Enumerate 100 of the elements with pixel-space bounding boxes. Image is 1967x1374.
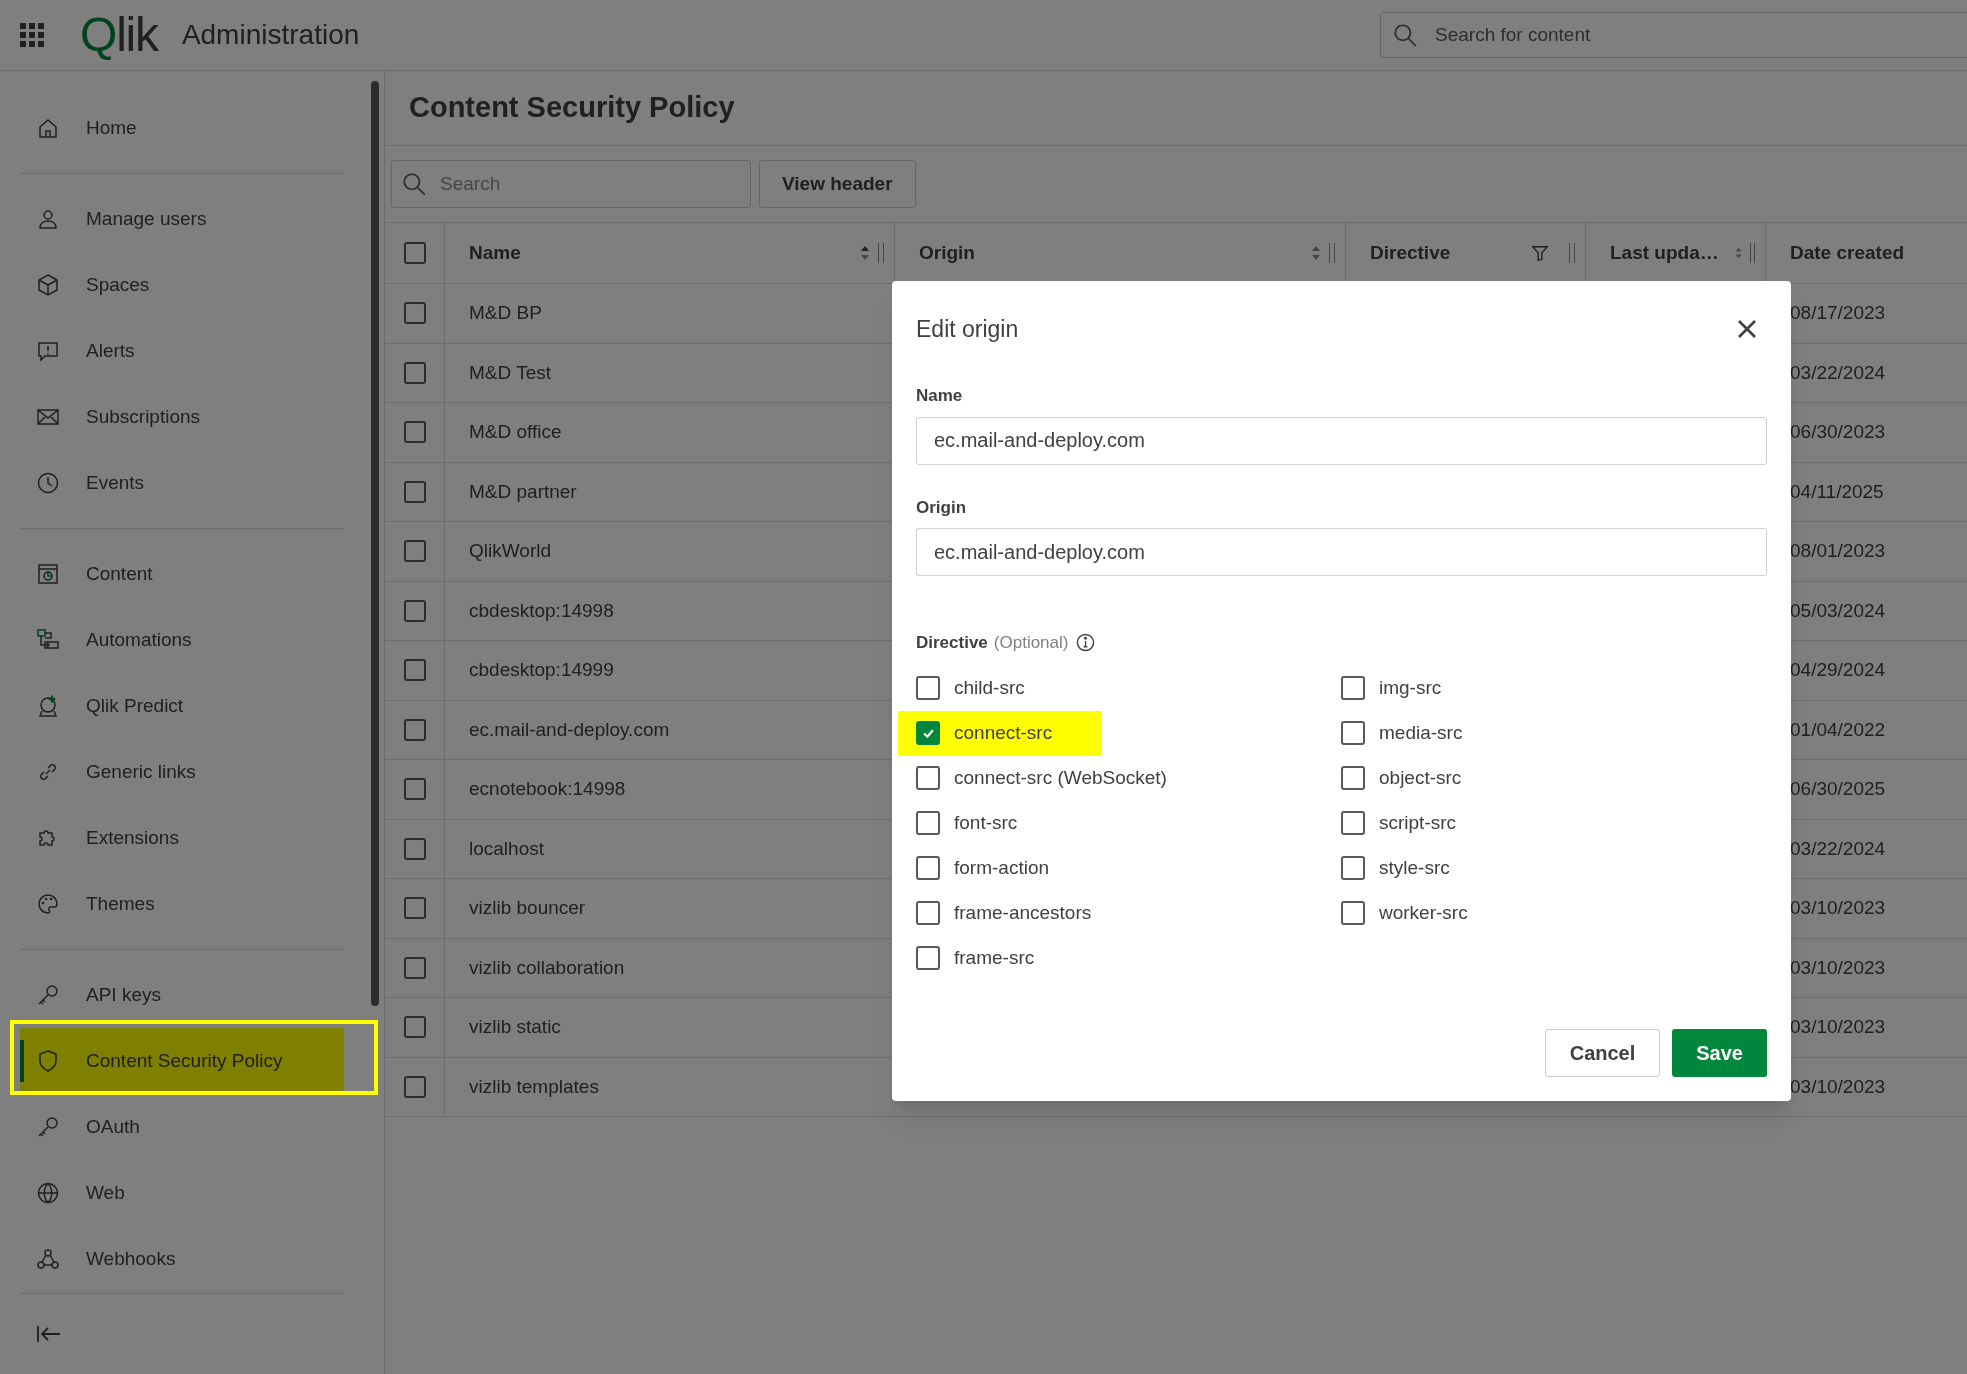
column-header[interactable]: Date created: [1790, 238, 1905, 268]
resize-handle[interactable]: [878, 243, 884, 263]
close-icon[interactable]: [1737, 319, 1757, 339]
sort-icon[interactable]: [860, 244, 870, 262]
checkbox[interactable]: [403, 361, 426, 384]
sidebar-item[interactable]: Qlik Predict: [20, 673, 344, 739]
checkbox[interactable]: [403, 540, 426, 563]
sidebar-item[interactable]: Home: [20, 95, 344, 161]
filter-icon[interactable]: [1531, 244, 1549, 262]
checkbox-option[interactable]: object-src: [1341, 755, 1468, 801]
resize-handle[interactable]: [1329, 243, 1335, 263]
sidebar-item[interactable]: Web: [20, 1160, 344, 1226]
page-title: Content Security Policy: [409, 90, 735, 126]
checkbox-option[interactable]: frame-ancestors: [916, 890, 1341, 936]
table-cell-text: cbdesktop:14999: [469, 658, 614, 682]
automation-icon: [36, 628, 60, 652]
cube-icon: [36, 273, 60, 297]
field-label: Directive: [916, 632, 988, 654]
sidebar-item[interactable]: Events: [20, 450, 344, 516]
search-field[interactable]: Search for content: [1380, 12, 1967, 58]
checkbox-option[interactable]: connect-src (WebSocket): [916, 755, 1341, 801]
table-cell-text: 01/04/2022: [1790, 717, 1886, 742]
checkbox[interactable]: [403, 421, 426, 444]
table-cell-text: 08/01/2023: [1790, 539, 1886, 563]
table-cell-text: 03/10/2023: [1790, 955, 1886, 980]
checkbox[interactable]: [403, 718, 426, 741]
sort-icon[interactable]: [1311, 244, 1321, 262]
home-icon: [36, 116, 60, 140]
sidebar-item[interactable]: Spaces: [20, 252, 344, 318]
checkbox[interactable]: [403, 1016, 426, 1039]
table-cell-text: 04/29/2024: [1790, 658, 1886, 682]
content-icon: [36, 562, 60, 586]
checkbox-option[interactable]: form-action: [916, 845, 1341, 891]
checkbox-option[interactable]: script-src: [1341, 800, 1468, 846]
checkbox[interactable]: [403, 778, 426, 801]
sidebar-item[interactable]: Themes: [20, 871, 344, 937]
sidebar-item[interactable]: Extensions: [20, 805, 344, 871]
palette-icon: [36, 892, 60, 916]
field-label: Origin: [916, 496, 967, 519]
table-cell-text: 03/10/2023: [1790, 1074, 1886, 1099]
table-cell-text: localhost: [469, 836, 544, 861]
app-title: Administration: [181, 18, 360, 52]
sidebar-item[interactable]: Content Security Policy: [20, 1028, 344, 1094]
origin-field[interactable]: ec.mail-and-deploy.com: [916, 528, 1767, 576]
column-header[interactable]: Last upda…: [1610, 238, 1719, 268]
sidebar-item[interactable]: API keys: [20, 962, 344, 1028]
sidebar-item[interactable]: Manage users: [20, 186, 344, 252]
sidebar-item[interactable]: Automations: [20, 607, 344, 673]
checkbox[interactable]: [403, 837, 426, 860]
clock-icon: [36, 471, 60, 495]
scrollbar[interactable]: [371, 81, 379, 1006]
checkbox-option[interactable]: style-src: [1341, 845, 1468, 891]
checkbox[interactable]: [403, 599, 426, 622]
search-field[interactable]: Search: [391, 160, 751, 208]
checkbox-option[interactable]: connect-src: [898, 710, 1102, 756]
sidebar-item[interactable]: Generic links: [20, 739, 344, 805]
checkbox[interactable]: [403, 242, 426, 264]
view-header-button[interactable]: View header: [759, 160, 916, 208]
sidebar-item[interactable]: Webhooks: [20, 1226, 344, 1292]
checkbox-option[interactable]: media-src: [1341, 710, 1468, 756]
app-grid-icon[interactable]: [20, 23, 44, 47]
webhook-icon: [36, 1247, 60, 1271]
table-cell-text: M&D office: [469, 420, 562, 444]
table-cell-text: ec.mail-and-deploy.com: [469, 717, 670, 742]
save-button[interactable]: Save: [1672, 1029, 1767, 1077]
table-cell-text: 08/17/2023: [1790, 301, 1886, 325]
sidebar-item[interactable]: OAuth: [20, 1094, 344, 1160]
logo[interactable]: Qlik: [80, 11, 158, 59]
checkbox[interactable]: [403, 1075, 426, 1098]
info-icon[interactable]: [1076, 633, 1096, 653]
resize-handle[interactable]: [1750, 243, 1755, 263]
alert-bubble-icon: [36, 339, 60, 363]
checkbox[interactable]: [403, 480, 426, 503]
dialog-title: Edit origin: [916, 314, 1019, 344]
column-header[interactable]: Origin: [919, 238, 975, 268]
checkbox[interactable]: [403, 956, 426, 979]
checkbox[interactable]: [403, 897, 426, 920]
checkbox[interactable]: [403, 302, 426, 325]
sidebar-item[interactable]: Subscriptions: [20, 384, 344, 450]
name-field[interactable]: ec.mail-and-deploy.com: [916, 416, 1767, 465]
sidebar-item[interactable]: Alerts: [20, 318, 344, 384]
checkbox-option[interactable]: frame-src: [916, 935, 1341, 981]
collapse-sidebar-icon[interactable]: [36, 1324, 62, 1344]
checkbox-option[interactable]: worker-src: [1341, 890, 1468, 936]
key-icon: [36, 1115, 60, 1139]
resize-handle[interactable]: [1569, 243, 1575, 263]
table-cell-text: vizlib collaboration: [469, 955, 625, 980]
table-cell-text: ecnotebook:14998: [469, 777, 626, 801]
cancel-button[interactable]: Cancel: [1544, 1029, 1661, 1077]
search-icon: [1392, 22, 1418, 48]
column-header[interactable]: Directive: [1370, 238, 1451, 268]
sidebar-item[interactable]: Content: [20, 541, 344, 607]
field-label: Name: [916, 385, 963, 407]
checkbox[interactable]: [403, 659, 426, 682]
table-cell-text: 03/10/2023: [1790, 1015, 1886, 1039]
column-header[interactable]: Name: [469, 238, 521, 268]
checkbox-option[interactable]: font-src: [916, 800, 1341, 846]
crystal-ball-icon: [36, 694, 60, 718]
checkbox-option[interactable]: img-src: [1341, 665, 1468, 711]
checkbox-option[interactable]: child-src: [916, 665, 1341, 711]
